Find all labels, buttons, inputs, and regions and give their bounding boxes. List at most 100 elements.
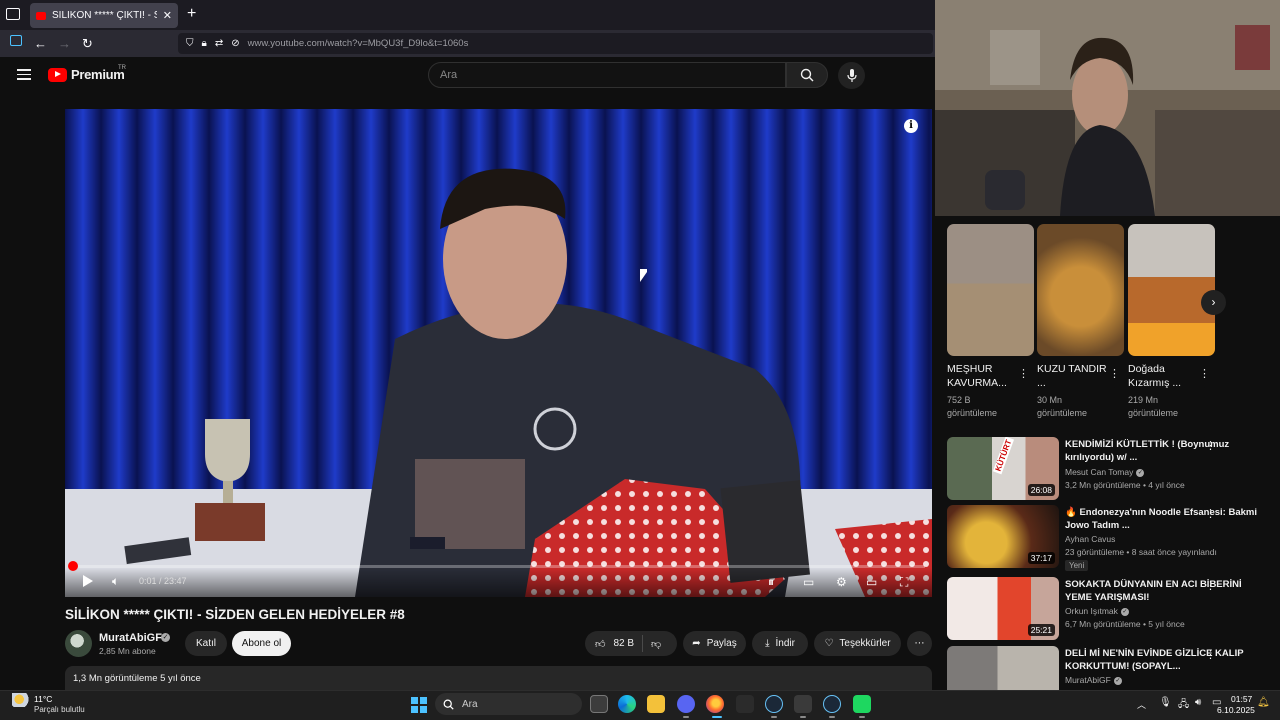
info-icon[interactable]: i: [904, 119, 918, 133]
video-player[interactable]: [65, 109, 932, 597]
voice-search-button[interactable]: [838, 62, 865, 89]
notification-bell-icon[interactable]: 🔔︎: [1257, 697, 1270, 708]
url-text[interactable]: www.youtube.com/watch?v=MbQU3f_D9lo&t=10…: [248, 38, 469, 49]
short-more-icon[interactable]: ⋮: [1199, 367, 1210, 380]
weather-temperature[interactable]: 11°C: [34, 694, 52, 704]
short-title[interactable]: MEŞHUR KAVURMA...: [947, 362, 1025, 390]
rec-title[interactable]: 🔥 Endonezya'nın Noodle Efsanesi: Bakmi J…: [1065, 506, 1265, 532]
firefox-icon[interactable]: [706, 695, 724, 713]
search-input[interactable]: Ara: [428, 62, 786, 88]
progress-scrubber[interactable]: [68, 561, 78, 571]
browser-tab-active[interactable]: SİLİKON ***** ÇIKTI! - SİZDEN GE ✕: [30, 3, 178, 28]
rec-more-icon[interactable]: ⋮: [1205, 439, 1216, 452]
app-icon[interactable]: [736, 695, 754, 713]
windows-start-icon[interactable]: [411, 697, 427, 713]
list-item[interactable]: KÜTÜRT 26:08 KENDİMİZİ KÜTLETTİK ! (Boyn…: [947, 437, 1272, 501]
download-button[interactable]: ⤓ İndir: [752, 631, 808, 656]
list-item[interactable]: 25:21 SOKAKTA DÜNYANIN EN ACI BİBERİNİ Y…: [947, 577, 1272, 641]
tab-list-icon[interactable]: [6, 8, 20, 20]
obs-icon[interactable]: [794, 695, 812, 713]
edge-browser-icon[interactable]: [618, 695, 636, 713]
microphone-icon[interactable]: 🎙︎: [1159, 697, 1172, 708]
channel-name[interactable]: MuratAbiGF: [99, 632, 162, 644]
thanks-button[interactable]: ♡ Teşekkürler: [814, 631, 901, 656]
verified-check-icon: ✓: [161, 633, 170, 642]
microphone-icon: [846, 68, 857, 82]
more-actions-button[interactable]: ⋯: [907, 631, 932, 656]
shield-icon[interactable]: ⛉: [186, 38, 194, 49]
file-explorer-icon[interactable]: [647, 695, 665, 713]
play-icon[interactable]: [83, 575, 93, 587]
address-bar[interactable]: ⛉ 🔒︎ ⇄ ⊘ www.youtube.com/watch?v=MbQU3f_…: [178, 33, 933, 54]
progress-bar[interactable]: [72, 565, 925, 568]
rec-title[interactable]: KENDİMİZİ KÜTLETTİK ! (Boynumuz kırılıyo…: [1065, 438, 1265, 464]
channel-avatar[interactable]: [65, 630, 92, 657]
like-count[interactable]: 82 B: [613, 638, 634, 649]
discord-icon[interactable]: [677, 695, 695, 713]
rec-meta: 23 görüntüleme • 8 saat önce yayınlandı: [1065, 547, 1217, 557]
short-title[interactable]: Doğada Kızarmış ...: [1128, 362, 1206, 390]
steam-icon[interactable]: [823, 695, 841, 713]
thumbs-up-icon[interactable]: 👍︎: [595, 638, 605, 650]
theater-mode-icon[interactable]: ▭: [866, 575, 877, 589]
lock-icon[interactable]: 🔒︎: [202, 38, 207, 49]
search-button[interactable]: [786, 62, 828, 88]
clock-time[interactable]: 01:57: [1231, 694, 1252, 704]
clock-date[interactable]: 6.10.2025: [1217, 705, 1255, 715]
rec-more-icon[interactable]: ⋮: [1205, 579, 1216, 592]
taskbar-search[interactable]: Ara: [435, 693, 582, 715]
video-thumbnail[interactable]: 25:21: [947, 577, 1059, 640]
volume-icon[interactable]: 🔈︎: [112, 574, 119, 589]
menu-icon[interactable]: [17, 69, 31, 80]
tray-expand-icon[interactable]: ︿: [1137, 698, 1146, 711]
rec-more-icon[interactable]: ⋮: [1205, 507, 1216, 520]
video-thumbnail[interactable]: 37:17: [947, 505, 1059, 568]
running-indicator: [829, 716, 835, 718]
permissions-icon[interactable]: ⇄: [215, 38, 223, 49]
autoplay-toggle-icon[interactable]: ⏸︎: [768, 575, 774, 590]
reload-icon[interactable]: ↻: [82, 36, 93, 52]
share-button[interactable]: ➦ Paylaş: [683, 631, 746, 656]
network-icon[interactable]: 🖧︎: [1178, 697, 1189, 714]
short-views: 752 B görüntüleme: [947, 395, 998, 418]
sidebar-toggle-icon[interactable]: [10, 35, 22, 46]
duration-badge: 25:21: [1027, 624, 1055, 636]
short-thumbnail[interactable]: [1128, 224, 1215, 356]
rec-channel: MuratAbiGF ✓: [1065, 675, 1122, 685]
list-item[interactable]: DELİ Mİ NE'NİN EVİNDE GİZLİCE KALIP KORK…: [947, 646, 1272, 690]
weather-condition[interactable]: Parçalı bulutlu: [34, 705, 85, 714]
short-more-icon[interactable]: ⋮: [1018, 367, 1029, 380]
subtitles-icon[interactable]: ▭: [803, 575, 814, 589]
rec-title[interactable]: DELİ Mİ NE'NİN EVİNDE GİZLİCE KALIP KORK…: [1065, 647, 1265, 673]
short-thumbnail[interactable]: [947, 224, 1034, 356]
tab-close-icon[interactable]: ✕: [163, 9, 172, 22]
join-button[interactable]: Katıl: [185, 631, 227, 656]
rec-channel: Mesut Can Tomay ✓: [1065, 467, 1145, 477]
fullscreen-icon[interactable]: ⛶: [900, 575, 908, 590]
short-title[interactable]: KUZU TANDIR ...: [1037, 362, 1115, 390]
app-icon[interactable]: [853, 695, 871, 713]
youtube-premium-logo[interactable]: Premium TR: [48, 65, 126, 82]
back-arrow-icon[interactable]: ←: [34, 36, 47, 51]
steam-icon[interactable]: [765, 695, 783, 713]
rec-title[interactable]: SOKAKTA DÜNYANIN EN ACI BİBERİNİ YEME YA…: [1065, 578, 1265, 604]
rec-meta: 3,2 Mn görüntüleme • 4 yıl önce: [1065, 480, 1185, 490]
settings-gear-icon[interactable]: ⚙︎: [836, 575, 847, 589]
short-thumbnail[interactable]: [1037, 224, 1124, 356]
rec-more-icon[interactable]: ⋮: [1205, 648, 1216, 661]
blocked-media-icon[interactable]: ⊘: [231, 38, 239, 49]
subscribe-button[interactable]: Abone ol: [232, 631, 291, 656]
thumbs-down-icon[interactable]: 👎︎: [651, 638, 661, 650]
short-more-icon[interactable]: ⋮: [1109, 367, 1120, 380]
list-item[interactable]: 37:17 🔥 Endonezya'nın Noodle Efsanesi: B…: [947, 505, 1272, 571]
video-thumbnail[interactable]: [947, 646, 1059, 690]
chevron-right-icon[interactable]: ›: [1201, 290, 1226, 315]
speaker-icon[interactable]: 🔊︎: [1195, 697, 1201, 708]
task-view-icon[interactable]: [590, 695, 608, 713]
running-indicator: [859, 716, 865, 718]
video-thumbnail[interactable]: KÜTÜRT 26:08: [947, 437, 1059, 500]
weather-cloud-icon[interactable]: [12, 693, 30, 707]
new-tab-icon[interactable]: +: [187, 5, 196, 23]
forward-arrow-icon[interactable]: →: [58, 36, 71, 51]
description-box[interactable]: 1,3 Mn görüntüleme 5 yıl önce: [65, 666, 932, 690]
